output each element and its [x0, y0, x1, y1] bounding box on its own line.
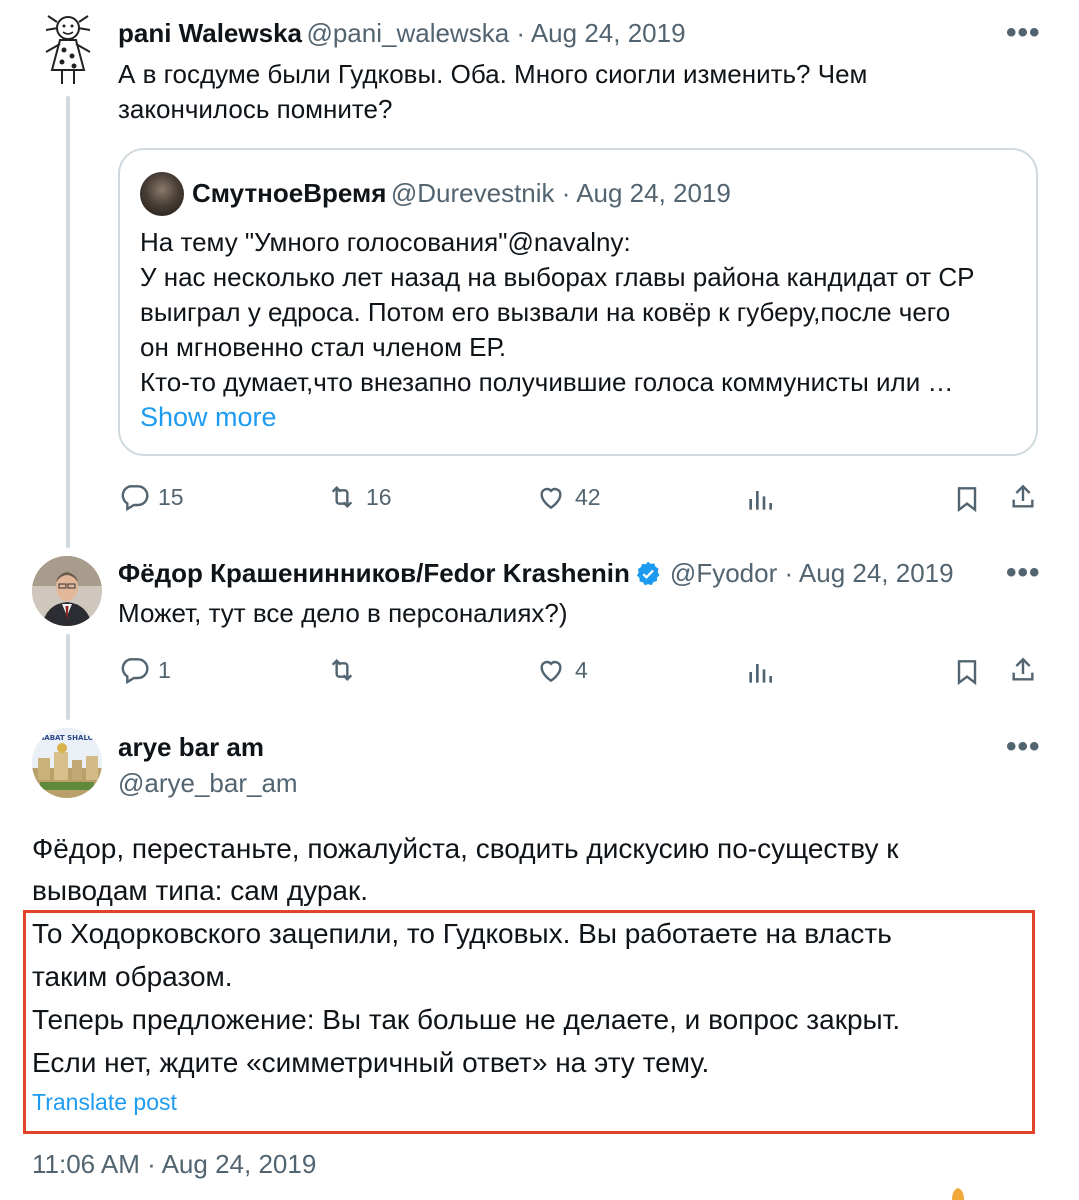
- svg-text:SHABAT SHALOM: SHABAT SHALOM: [33, 734, 100, 742]
- tweet-header: Фёдор Крашенинников/Fedor Krashenin @Fyo…: [118, 558, 954, 589]
- avatar-arye-bar-am[interactable]: SHABAT SHALOM: [32, 728, 102, 798]
- quote-text: На тему "Умного голосования"@navalny: У …: [140, 227, 975, 397]
- share-icon: [1012, 484, 1034, 508]
- repost-count: 16: [366, 483, 392, 510]
- more-options-icon[interactable]: •••: [1006, 556, 1041, 590]
- heart-icon: [540, 487, 562, 510]
- reply-icon: [121, 658, 149, 685]
- tweet-text: А в госдуме были Гудковы. Оба. Много сио…: [118, 59, 868, 124]
- display-name[interactable]: Фёдор Крашенинников/Fedor Krashenin: [118, 558, 630, 589]
- views-icon: [749, 664, 772, 683]
- quoted-tweet-card[interactable]: СмутноеВремя @Durevestnik · Aug 24, 2019…: [118, 148, 1038, 456]
- share-button[interactable]: [1007, 654, 1039, 691]
- views-button[interactable]: [744, 483, 776, 520]
- repost-icon: [331, 485, 353, 509]
- display-name[interactable]: pani Walewska: [118, 18, 302, 48]
- bell-icon: [948, 1186, 968, 1200]
- reply-count: 15: [158, 483, 184, 510]
- share-icon: [1012, 657, 1034, 681]
- avatar-pani-walewska[interactable]: [36, 12, 100, 88]
- repost-button[interactable]: 16: [326, 481, 392, 513]
- handle-and-date[interactable]: @pani_walewska · Aug 24, 2019: [306, 18, 685, 48]
- verified-badge-icon: [634, 560, 662, 588]
- tweet-text: Фёдор, перестаньте, пожалуйста, сводить …: [32, 833, 899, 906]
- views-button[interactable]: [744, 656, 776, 693]
- bookmark-button[interactable]: [951, 483, 983, 520]
- avatar-fedor[interactable]: [32, 556, 102, 626]
- handle[interactable]: @arye_bar_am: [118, 768, 298, 799]
- quote-display-name: СмутноеВремя: [192, 178, 387, 208]
- show-more-link[interactable]: Show more: [140, 402, 277, 433]
- bookmark-icon: [957, 487, 977, 513]
- like-button[interactable]: 4: [535, 654, 588, 686]
- avatar-smutnoe-vremya: [140, 172, 184, 216]
- tweet-header: pani Walewska @pani_walewska · Aug 24, 2…: [118, 18, 686, 49]
- share-button[interactable]: [1007, 481, 1039, 518]
- quote-handle-and-date: @Durevestnik · Aug 24, 2019: [390, 178, 731, 208]
- views-icon: [749, 491, 772, 510]
- like-button[interactable]: 42: [535, 481, 601, 513]
- like-count: 42: [575, 483, 601, 510]
- translate-post-link[interactable]: Translate post: [32, 1089, 177, 1116]
- timestamp[interactable]: 11:06 AM · Aug 24, 2019: [32, 1149, 316, 1180]
- tweet-text: Может, тут все дело в персоналиях?): [118, 598, 568, 628]
- more-options-icon[interactable]: •••: [1006, 16, 1041, 50]
- reply-button[interactable]: 1: [118, 654, 171, 686]
- thread-line: [66, 634, 70, 720]
- reply-button[interactable]: 15: [118, 481, 184, 513]
- display-name[interactable]: arye bar am: [118, 732, 264, 763]
- tweet-text-highlighted: То Ходорковского зацепили, то Гудковых. …: [32, 918, 901, 1078]
- quote-header: СмутноеВремя @Durevestnik · Aug 24, 2019: [192, 178, 731, 209]
- repost-button[interactable]: [326, 654, 366, 686]
- like-count: 4: [575, 656, 588, 683]
- repost-icon: [331, 658, 353, 682]
- heart-icon: [540, 660, 562, 683]
- thread-line: [66, 96, 70, 548]
- reply-icon: [121, 485, 149, 512]
- bookmark-icon: [957, 660, 977, 686]
- more-options-icon[interactable]: •••: [1006, 730, 1041, 764]
- handle-and-date[interactable]: @Fyodor · Aug 24, 2019: [670, 558, 954, 589]
- reply-count: 1: [158, 656, 171, 683]
- bookmark-button[interactable]: [951, 656, 983, 693]
